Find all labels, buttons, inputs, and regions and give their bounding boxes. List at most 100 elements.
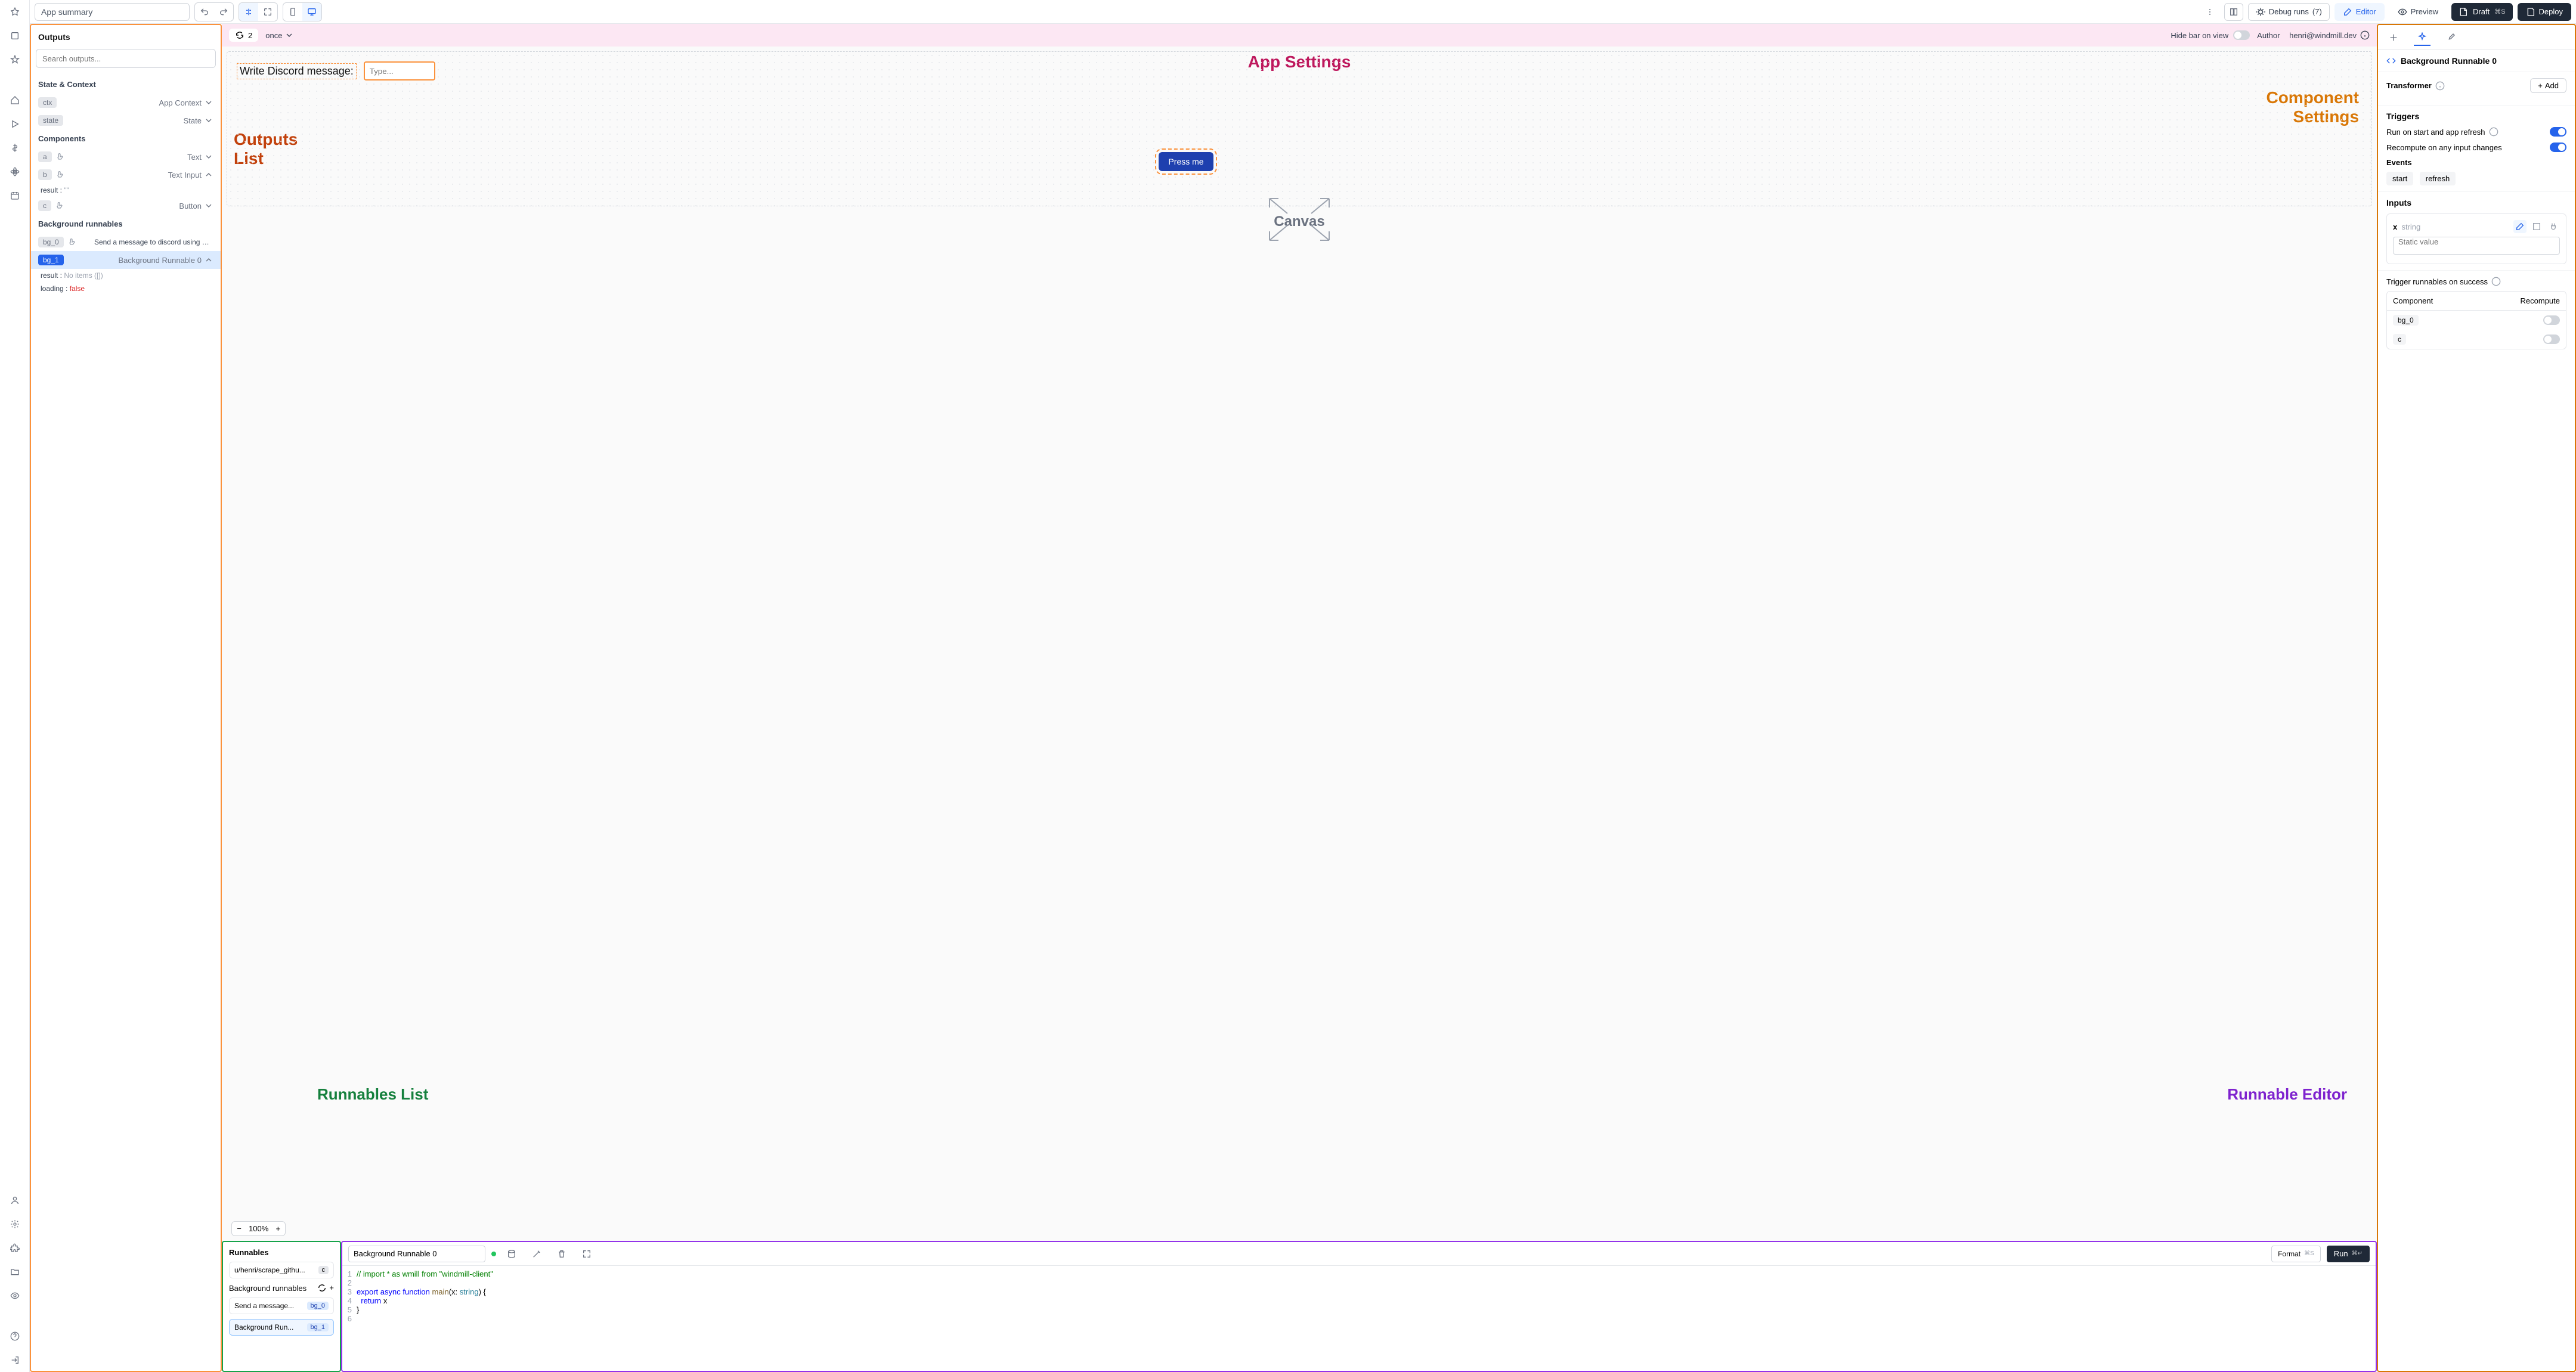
undo-button[interactable] [195, 3, 214, 21]
run-button[interactable]: Run⌘↵ [2327, 1246, 2370, 1262]
user-icon[interactable] [8, 1193, 22, 1207]
plug-input-icon[interactable] [2547, 220, 2560, 233]
add-bg-button[interactable]: + [329, 1283, 334, 1293]
align-icon[interactable] [239, 3, 258, 21]
canvas-body[interactable]: App Settings Component Settings Outputs … [222, 47, 2377, 1241]
puzzle-icon[interactable] [8, 1241, 22, 1255]
house-icon[interactable] [8, 93, 22, 107]
folder-icon[interactable] [8, 1265, 22, 1279]
chevron-down-icon [204, 116, 213, 125]
debug-button[interactable]: Debug runs (7) [2248, 3, 2330, 21]
calendar-icon[interactable] [8, 188, 22, 203]
runnable-item-bg1[interactable]: Background Run...bg_1 [229, 1319, 334, 1336]
redo-button[interactable] [214, 3, 233, 21]
link-input-icon[interactable] [2530, 220, 2543, 233]
section-bg: Background runnables [31, 215, 221, 233]
draft-button[interactable]: Draft ⌘S [2451, 3, 2513, 21]
editor-button[interactable]: Editor [2334, 3, 2385, 21]
runnable-item-discord[interactable]: Send a message...bg_0 [229, 1297, 334, 1314]
out-bg1[interactable]: bg_1Background Runnable 0 [31, 251, 221, 269]
more-icon[interactable] [2200, 3, 2219, 21]
db-icon[interactable] [502, 1245, 521, 1263]
recompute-c-toggle[interactable] [2543, 335, 2560, 344]
logo-icon[interactable] [8, 5, 22, 19]
out-state[interactable]: stateState [31, 112, 221, 129]
expand-icon[interactable] [258, 3, 277, 21]
hand-icon [67, 237, 77, 247]
preview-button[interactable]: Preview [2389, 3, 2447, 21]
tab-brush[interactable] [2442, 29, 2459, 46]
info-icon[interactable] [2435, 81, 2445, 91]
fullscreen-icon[interactable] [577, 1245, 596, 1263]
trash-icon[interactable] [552, 1245, 571, 1263]
hand-icon [55, 170, 65, 179]
star-icon[interactable] [8, 52, 22, 67]
triggers-heading: Triggers [2386, 112, 2566, 121]
events-heading: Events [2386, 158, 2566, 167]
chevron-up-icon [204, 255, 213, 265]
runnables-title: Runnables [229, 1248, 334, 1257]
discord-input[interactable] [364, 61, 435, 80]
exit-icon[interactable] [8, 1353, 22, 1367]
refresh-icon[interactable] [317, 1283, 327, 1293]
search-outputs-input[interactable] [36, 49, 216, 68]
canvas-grid[interactable]: Write Discord message: Press me [227, 51, 2372, 206]
out-bg1-loading: loading : false [31, 282, 221, 295]
format-button[interactable]: Format⌘S [2271, 1246, 2321, 1262]
runnable-name-input[interactable] [348, 1246, 485, 1262]
gear-icon[interactable] [8, 1217, 22, 1231]
refresh-icon [235, 30, 244, 40]
hand-icon [55, 152, 65, 162]
code-editor[interactable]: 1// import * as wmill from "windmill-cli… [342, 1266, 2376, 1371]
input-x: x string [2386, 213, 2566, 264]
topbar: Debug runs (7) Editor Preview Draft ⌘S D… [30, 0, 2576, 24]
out-c[interactable]: cButton [31, 197, 221, 215]
outputs-title: Outputs [31, 25, 221, 49]
out-b[interactable]: bText Input [31, 166, 221, 184]
static-value-input[interactable] [2393, 237, 2560, 255]
book-icon[interactable] [2224, 3, 2243, 21]
section-state: State & Context [31, 75, 221, 94]
home-icon[interactable] [8, 29, 22, 43]
deploy-button[interactable]: Deploy [2518, 3, 2571, 21]
hide-bar-toggle[interactable] [2233, 30, 2250, 40]
add-transformer-button[interactable]: +Add [2530, 78, 2566, 93]
left-rail [0, 0, 30, 1372]
zoom-value: 100% [249, 1224, 268, 1233]
bg-runnables-header: Background runnables+ [229, 1283, 334, 1293]
event-refresh: refresh [2420, 172, 2456, 185]
mobile-icon[interactable] [283, 3, 302, 21]
out-ctx[interactable]: ctxApp Context [31, 94, 221, 112]
play-icon[interactable] [8, 117, 22, 131]
overlay-canvas: Canvas [1274, 213, 1324, 230]
runnables-panel: Runnables u/henri/scrape_githu...c Backg… [222, 1241, 341, 1372]
info-icon[interactable] [2491, 277, 2501, 286]
chevron-down-icon [284, 30, 294, 40]
eye-icon[interactable] [8, 1289, 22, 1303]
help-icon[interactable] [8, 1329, 22, 1343]
out-a[interactable]: aText [31, 148, 221, 166]
wand-icon[interactable] [527, 1245, 546, 1263]
info-icon[interactable] [2489, 127, 2498, 137]
edit-input-icon[interactable] [2513, 220, 2527, 233]
tab-add[interactable] [2385, 29, 2402, 46]
recompute-bg0-toggle[interactable] [2543, 315, 2560, 325]
summary-input[interactable] [35, 3, 190, 21]
tab-sparkle[interactable] [2414, 29, 2431, 46]
run-mode-select[interactable]: once [265, 30, 294, 40]
zoom-in-button[interactable]: + [273, 1224, 283, 1233]
run-count[interactable]: 2 [229, 29, 258, 42]
press-button[interactable]: Press me [1159, 152, 1213, 171]
zoom-out-button[interactable]: − [234, 1224, 244, 1233]
hide-bar-toggle-row: Hide bar on view [2171, 30, 2250, 40]
trigger-recompute-toggle[interactable] [2550, 143, 2566, 152]
dollar-icon[interactable] [8, 141, 22, 155]
trigger-start-toggle[interactable] [2550, 127, 2566, 137]
desktop-icon[interactable] [302, 3, 321, 21]
inputs-heading: Inputs [2386, 198, 2566, 207]
runnable-item-scrape[interactable]: u/henri/scrape_githu...c [229, 1262, 334, 1278]
out-bg0[interactable]: bg_0Send a message to discord using webh… [31, 233, 221, 251]
info-icon[interactable] [2360, 30, 2370, 40]
atom-icon[interactable] [8, 165, 22, 179]
chevron-down-icon [204, 201, 213, 210]
